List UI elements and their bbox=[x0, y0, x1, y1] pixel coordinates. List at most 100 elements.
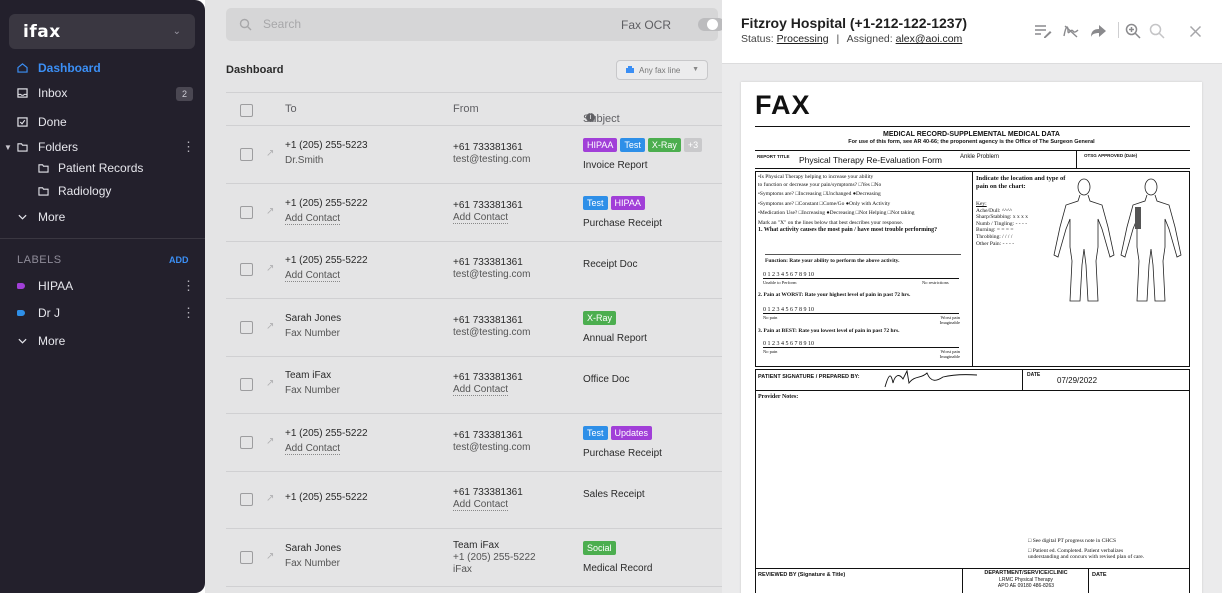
kebab-menu-icon[interactable]: ⋮ bbox=[182, 139, 195, 155]
from-secondary: test@testing.com bbox=[453, 154, 531, 165]
table-row[interactable]: ↗ Team iFax Fax Number +61 733381361 Add Con… bbox=[226, 356, 722, 414]
fax-ocr-toggle[interactable] bbox=[698, 18, 725, 31]
sidebar-item-more[interactable]: More bbox=[0, 204, 205, 230]
date-label: DATE bbox=[1027, 372, 1041, 378]
table-row[interactable]: ↗ +1 (205) 255-5223 Dr.Smith +61 733381361 t… bbox=[226, 126, 722, 184]
sidebar-item-dashboard[interactable]: Dashboard bbox=[0, 55, 205, 81]
close-icon[interactable] bbox=[1186, 22, 1204, 40]
assigned-value-link[interactable]: alex@aoi.com bbox=[896, 33, 963, 45]
key-line: Key: bbox=[976, 201, 987, 207]
add-contact-link[interactable]: Add Contact bbox=[453, 212, 509, 224]
scale-left-label: No pain bbox=[763, 349, 778, 354]
edit-list-icon[interactable] bbox=[1034, 22, 1052, 40]
date-label-2: DATE bbox=[1092, 572, 1107, 578]
forward-icon[interactable] bbox=[1089, 22, 1107, 40]
body-diagram-icon bbox=[1053, 178, 1182, 302]
sidebar-item-inbox[interactable]: Inbox 2 bbox=[0, 80, 205, 106]
table-row[interactable]: ↗ +1 (205) 255-5222 +61 733381361 Add Conta… bbox=[226, 471, 722, 529]
toolbar-separator bbox=[1118, 22, 1119, 38]
fax-line-select[interactable]: Any fax line ▼ bbox=[616, 60, 708, 80]
question-line: •Is Physical Therapy helping to increase… bbox=[758, 174, 874, 180]
select-all-checkbox[interactable] bbox=[240, 104, 253, 117]
sidebar-item-done[interactable]: Done bbox=[0, 109, 205, 135]
tag-badge[interactable]: X-Ray bbox=[583, 310, 617, 325]
table-row[interactable]: ↗ +1 (205) 255-5222 Add Contact +61 7333813… bbox=[226, 414, 722, 472]
handwritten-signature bbox=[884, 369, 978, 388]
status-value-link[interactable]: Processing bbox=[777, 33, 829, 45]
add-contact-link[interactable]: Add Contact bbox=[453, 384, 509, 396]
scale-left-label: Unable to Perform bbox=[763, 280, 797, 285]
kebab-menu-icon[interactable]: ⋮ bbox=[182, 305, 195, 321]
row-checkbox[interactable] bbox=[240, 205, 253, 219]
add-contact-link[interactable]: Add Contact bbox=[285, 270, 341, 282]
signature-label: PATIENT SIGNATURE / PREPARED BY: bbox=[758, 374, 860, 380]
table-row[interactable]: ↗ Sarah Jones Fax Number Team iFax +1 (205) … bbox=[226, 529, 722, 587]
row-checkbox[interactable] bbox=[240, 320, 253, 334]
sidebar-label-dr-j[interactable]: Dr J ⋮ bbox=[0, 300, 205, 326]
tag-badge[interactable]: HIPAA bbox=[610, 195, 645, 210]
pain-key: Key: Ache/Dull: ^^^^ Sharp/Stabbing: x x… bbox=[976, 201, 1028, 247]
tag-badge[interactable]: Updates bbox=[610, 425, 653, 440]
assigned-label: Assigned: bbox=[846, 33, 893, 45]
tag-badge[interactable]: HIPAA bbox=[583, 138, 618, 152]
tag-badge[interactable]: X-Ray bbox=[647, 138, 681, 152]
column-header-from[interactable]: From bbox=[453, 103, 479, 115]
question-1: 1. What activity causes the most pain / … bbox=[758, 226, 938, 233]
table-row[interactable]: ↗ +1 (205) 255-5222 Add Contact +61 7333813… bbox=[226, 184, 722, 242]
account-switcher[interactable]: ifax ⌄ bbox=[9, 14, 195, 49]
subject-text: Office Doc bbox=[583, 374, 630, 385]
fax-machine-icon bbox=[626, 66, 634, 73]
column-header-to[interactable]: To bbox=[285, 103, 297, 115]
table-row[interactable]: ↗ +1 (205) 255-5222 Add Contact +61 7333813… bbox=[226, 241, 722, 299]
row-checkbox[interactable] bbox=[240, 148, 253, 161]
zoom-out-icon[interactable] bbox=[1148, 22, 1166, 40]
tag-badge[interactable]: +3 bbox=[683, 138, 703, 152]
scale-numbers: 0 1 2 3 4 5 6 7 8 9 10 bbox=[763, 341, 814, 347]
tag-list: HIPAA Test X-Ray +3 bbox=[583, 138, 703, 152]
from-secondary: test@testing.com bbox=[453, 326, 531, 338]
rule bbox=[1022, 369, 1023, 391]
questions-block: •Is Physical Therapy helping to increase… bbox=[758, 174, 937, 234]
sidebar-labels-more[interactable]: More bbox=[0, 328, 205, 354]
page-title: Dashboard bbox=[226, 64, 284, 76]
report-title: Physical Therapy Re-Evaluation Form bbox=[799, 155, 942, 165]
add-contact-link[interactable]: Add Contact bbox=[285, 213, 341, 225]
outgoing-arrow-icon: ↗ bbox=[266, 493, 275, 504]
from-secondary: +1 (205) 255-5222 bbox=[453, 551, 536, 563]
scale-left-label: No pain bbox=[763, 315, 778, 320]
sidebar-item-label: More bbox=[38, 210, 66, 224]
tag-badge[interactable]: Test bbox=[583, 425, 608, 440]
from-primary: +61 733381361 bbox=[453, 257, 523, 268]
add-contact-link[interactable]: Add Contact bbox=[453, 499, 509, 511]
from-secondary: test@testing.com bbox=[453, 441, 531, 453]
zoom-in-icon[interactable] bbox=[1124, 22, 1142, 40]
label-tag-icon bbox=[17, 283, 25, 289]
add-contact-link[interactable]: Add Contact bbox=[285, 443, 341, 455]
table-row[interactable]: ↗ Sarah Jones Fax Number +61 733381361 test@… bbox=[226, 299, 722, 357]
rule bbox=[1076, 150, 1077, 168]
search-input[interactable]: Search bbox=[263, 17, 301, 31]
row-checkbox[interactable] bbox=[240, 493, 253, 506]
fax-document-page: FAX MEDICAL RECORD-SUPPLEMENTAL MEDICAL … bbox=[741, 82, 1202, 593]
kebab-menu-icon[interactable]: ⋮ bbox=[182, 278, 195, 294]
row-checkbox[interactable] bbox=[240, 263, 253, 276]
scale-numbers: 0 1 2 3 4 5 6 7 8 9 10 bbox=[763, 272, 814, 278]
tag-badge[interactable]: Social bbox=[583, 540, 616, 555]
to-primary: Sarah Jones bbox=[285, 312, 342, 324]
sidebar-item-radiology[interactable]: Radiology bbox=[0, 178, 205, 204]
tag-badge[interactable]: Test bbox=[583, 195, 608, 210]
scale-right-label: Worst pain Imaginable bbox=[939, 349, 960, 360]
row-checkbox[interactable] bbox=[240, 550, 253, 564]
note-line: □ See digital PT progress note in CHCS bbox=[1028, 538, 1117, 544]
tag-badge[interactable]: Test bbox=[620, 138, 645, 152]
search-bar[interactable]: Search Fax OCR bbox=[226, 8, 725, 41]
row-checkbox[interactable] bbox=[240, 378, 253, 391]
add-label-button[interactable]: ADD bbox=[169, 255, 189, 265]
sidebar-label-hipaa[interactable]: HIPAA ⋮ bbox=[0, 273, 205, 299]
row-checkbox[interactable] bbox=[240, 435, 253, 449]
outgoing-arrow-icon: ↗ bbox=[266, 205, 275, 217]
key-line: Sharp/Stabbing: x x x x bbox=[976, 214, 1028, 221]
rule bbox=[765, 254, 961, 255]
signature-icon[interactable] bbox=[1062, 22, 1080, 40]
outgoing-arrow-icon: ↗ bbox=[266, 435, 275, 447]
